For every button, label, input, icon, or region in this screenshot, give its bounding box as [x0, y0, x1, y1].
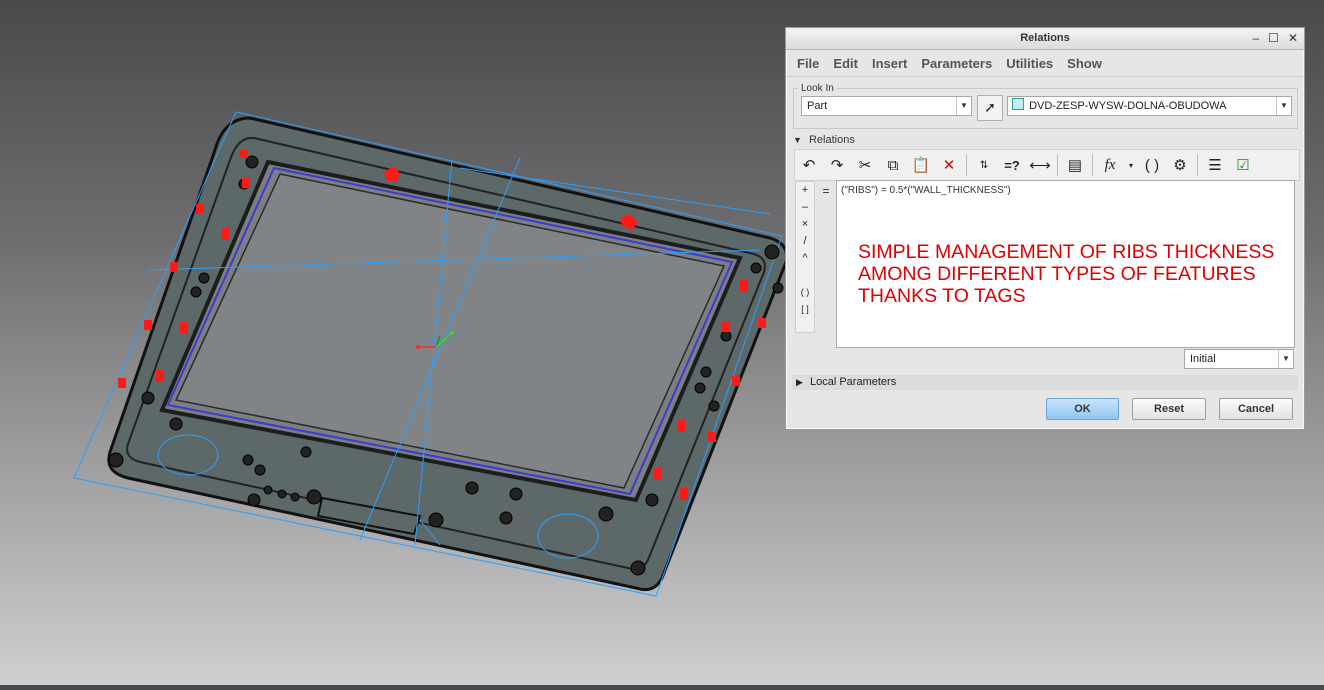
sort-relations-icon[interactable]: ▤ [1063, 153, 1087, 177]
copy-icon[interactable]: ⧉ [881, 153, 905, 177]
check-icon[interactable]: ☑ [1231, 153, 1255, 177]
evaluate-icon[interactable]: =? [1000, 153, 1024, 177]
collapse-triangle-icon: ▼ [793, 135, 802, 145]
menu-edit[interactable]: Edit [826, 56, 865, 71]
expand-triangle-icon: ▶ [796, 377, 803, 387]
relations-editor[interactable]: ("RIBS") = 0.5*("WALL_THICKNESS") SIMPLE… [836, 180, 1295, 348]
dialog-titlebar[interactable]: Relations – ☐ ✕ [786, 28, 1304, 50]
function-dropdown-icon[interactable]: ▾ [1126, 153, 1136, 177]
cursor-arrow-icon: ➚ [984, 99, 996, 115]
reset-button[interactable]: Reset [1132, 398, 1206, 420]
menu-file[interactable]: File [790, 56, 826, 71]
relations-section-header[interactable]: ▼ Relations [793, 134, 855, 146]
ok-button[interactable]: OK [1046, 398, 1119, 420]
relations-toolbar: ↶ ↷ ✂ ⧉ 📋 ✕ ⇅ =? ⟷ ▤ fx ▾ ( ) ⚙ ☰ ☑ [794, 149, 1300, 181]
dimension-icon[interactable]: ⟷ [1028, 153, 1052, 177]
relations-dialog: Relations – ☐ ✕ File Edit Insert Paramet… [785, 27, 1305, 430]
verify-icon[interactable]: ⚙ [1168, 153, 1192, 177]
paste-icon[interactable]: 📋 [909, 153, 933, 177]
local-parameters-header[interactable]: ▶ Local Parameters [792, 375, 1298, 390]
cut-icon[interactable]: ✂ [853, 153, 877, 177]
function-icon[interactable]: fx [1098, 153, 1122, 177]
redo-icon[interactable]: ↷ [825, 153, 849, 177]
equals-operator[interactable]: = [822, 184, 829, 198]
toolbar-separator [966, 154, 967, 176]
undo-icon[interactable]: ↶ [797, 153, 821, 177]
menu-parameters[interactable]: Parameters [914, 56, 999, 71]
operator-spacer [796, 267, 814, 284]
chevron-down-icon: ▼ [1276, 97, 1291, 115]
cancel-button[interactable]: Cancel [1219, 398, 1293, 420]
menu-show[interactable]: Show [1060, 56, 1109, 71]
sort-order-value: Initial [1190, 353, 1216, 365]
close-icon[interactable]: ✕ [1288, 28, 1298, 49]
look-in-legend: Look In [801, 83, 834, 94]
toolbar-separator [1197, 154, 1198, 176]
look-in-type-value: Part [807, 100, 828, 112]
brackets-icon[interactable]: ( ) [1140, 153, 1164, 177]
minimize-icon[interactable]: – [1252, 28, 1259, 49]
annotation-note: SIMPLE MANAGEMENT OF RIBS THICKNESS AMON… [858, 241, 1275, 307]
parentheses-operator[interactable]: ( ) [796, 284, 814, 301]
maximize-icon[interactable]: ☐ [1268, 28, 1279, 49]
show-values-icon[interactable]: ⇅ [972, 153, 996, 177]
relations-section-label: Relations [808, 134, 855, 146]
look-in-model-select[interactable]: DVD-ZESP-WYSW-DOLNA-OBUDOWA ▼ [1007, 96, 1292, 116]
brackets-operator[interactable]: [ ] [796, 301, 814, 318]
operator-column: + – × / ^ ( ) [ ] [795, 181, 815, 333]
sort-order-select[interactable]: Initial ▼ [1184, 349, 1294, 369]
divide-operator[interactable]: / [796, 233, 814, 250]
menu-insert[interactable]: Insert [865, 56, 914, 71]
minus-operator[interactable]: – [796, 199, 814, 216]
menu-bar: File Edit Insert Parameters Utilities Sh… [786, 50, 1304, 77]
chevron-down-icon: ▼ [1278, 350, 1293, 368]
menu-utilities[interactable]: Utilities [999, 56, 1060, 71]
dialog-title: Relations [1020, 32, 1070, 44]
select-model-button[interactable]: ➚ [977, 95, 1003, 121]
look-in-type-select[interactable]: Part ▼ [801, 96, 972, 116]
edit-list-icon[interactable]: ☰ [1203, 153, 1227, 177]
toolbar-separator [1057, 154, 1058, 176]
toolbar-separator [1092, 154, 1093, 176]
relation-line: ("RIBS") = 0.5*("WALL_THICKNESS") [841, 185, 1011, 196]
delete-icon[interactable]: ✕ [937, 153, 961, 177]
equals-column: = [817, 181, 835, 346]
part-icon [1012, 98, 1024, 110]
local-parameters-label: Local Parameters [809, 376, 897, 388]
power-operator[interactable]: ^ [796, 250, 814, 267]
plus-operator[interactable]: + [796, 182, 814, 199]
multiply-operator[interactable]: × [796, 216, 814, 233]
look-in-model-value: DVD-ZESP-WYSW-DOLNA-OBUDOWA [1029, 100, 1227, 112]
chevron-down-icon: ▼ [956, 97, 971, 115]
